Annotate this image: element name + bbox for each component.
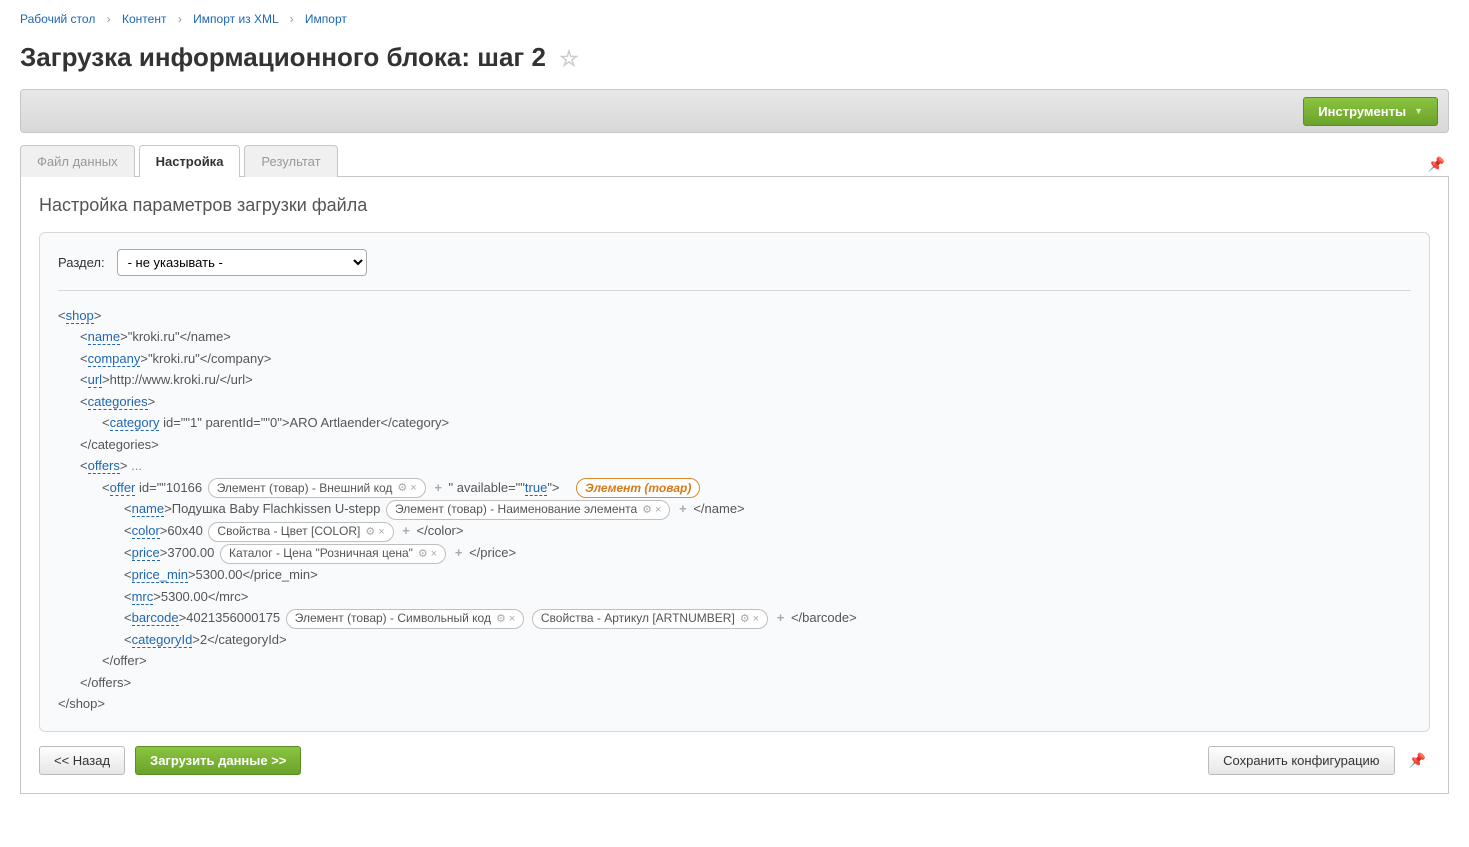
crumb-desktop[interactable]: Рабочий стол: [20, 12, 95, 26]
gear-icon[interactable]: ⚙: [418, 545, 428, 563]
close-icon[interactable]: ×: [410, 479, 416, 497]
tag-barcode[interactable]: barcode: [132, 610, 179, 626]
crumb-sep: ›: [290, 12, 294, 26]
pill-price[interactable]: Каталог - Цена "Розничная цена"⚙×: [220, 544, 446, 564]
ellipsis-icon[interactable]: ...: [131, 458, 142, 473]
pill-element-main[interactable]: Элемент (товар): [576, 478, 700, 498]
close-icon[interactable]: ×: [431, 545, 437, 563]
tag-name[interactable]: name: [88, 329, 121, 345]
tab-data-file[interactable]: Файл данных: [20, 145, 135, 177]
add-icon[interactable]: +: [402, 523, 410, 538]
gear-icon[interactable]: ⚙: [397, 479, 407, 497]
favorite-star-icon[interactable]: ☆: [559, 46, 579, 71]
page-title: Загрузка информационного блока: шаг 2 ☆: [0, 34, 1469, 89]
tag-mrc[interactable]: mrc: [132, 589, 154, 605]
tag-offer-name[interactable]: name: [132, 501, 165, 517]
close-icon[interactable]: ×: [655, 501, 661, 519]
pill-element-name[interactable]: Элемент (товар) - Наименование элемента⚙…: [386, 500, 671, 520]
save-config-button[interactable]: Сохранить конфигурацию: [1208, 746, 1394, 775]
pill-color-prop[interactable]: Свойства - Цвет [COLOR]⚙×: [208, 522, 393, 542]
add-icon[interactable]: +: [777, 610, 785, 625]
section-select[interactable]: - не указывать -: [117, 249, 367, 276]
chevron-down-icon: ▼: [1414, 106, 1423, 116]
close-icon[interactable]: ×: [509, 610, 515, 628]
tag-shop[interactable]: shop: [66, 308, 94, 324]
tag-price[interactable]: price: [132, 545, 160, 561]
close-icon[interactable]: ×: [753, 610, 759, 628]
tag-categoryid[interactable]: categoryId: [132, 632, 193, 648]
add-icon[interactable]: +: [434, 480, 442, 495]
pill-sym-code[interactable]: Элемент (товар) - Символьный код⚙×: [286, 609, 524, 629]
footer-row: << Назад Загрузить данные >> Сохранить к…: [39, 746, 1430, 775]
toolbar: Инструменты ▼: [20, 89, 1449, 133]
tag-category[interactable]: category: [110, 415, 160, 431]
gear-icon[interactable]: ⚙: [642, 501, 652, 519]
add-icon[interactable]: +: [679, 501, 687, 516]
crumb-sep: ›: [178, 12, 182, 26]
tag-offers[interactable]: offers: [88, 458, 120, 474]
add-icon[interactable]: +: [455, 545, 463, 560]
tag-color[interactable]: color: [132, 523, 160, 539]
tabs: Файл данных Настройка Результат 📌: [20, 145, 1449, 177]
back-button[interactable]: << Назад: [39, 746, 125, 775]
crumb-content[interactable]: Контент: [122, 12, 166, 26]
tools-button-label: Инструменты: [1318, 104, 1406, 119]
tag-company[interactable]: company: [88, 351, 141, 367]
gear-icon[interactable]: ⚙: [740, 610, 750, 628]
section-label: Раздел:: [58, 255, 105, 270]
panel-title: Настройка параметров загрузки файла: [39, 195, 1430, 216]
tab-settings[interactable]: Настройка: [139, 145, 241, 177]
settings-panel: Настройка параметров загрузки файла Разд…: [20, 176, 1449, 794]
crumb-sep: ›: [107, 12, 111, 26]
page-title-text: Загрузка информационного блока: шаг 2: [20, 42, 546, 72]
tab-result[interactable]: Результат: [244, 145, 337, 177]
xml-tree: <shop> <name>"kroki.ru"</name> <company>…: [58, 305, 1411, 715]
tools-button[interactable]: Инструменты ▼: [1303, 97, 1438, 126]
breadcrumb: Рабочий стол › Контент › Импорт из XML ›…: [0, 0, 1469, 34]
pin-icon[interactable]: 📌: [1405, 748, 1430, 773]
load-data-button[interactable]: Загрузить данные >>: [135, 746, 301, 775]
section-field: Раздел: - не указывать -: [58, 249, 1411, 291]
attr-available[interactable]: true: [525, 480, 547, 496]
crumb-import-xml[interactable]: Импорт из XML: [193, 12, 278, 26]
pill-artnumber[interactable]: Свойства - Артикул [ARTNUMBER]⚙×: [532, 609, 768, 629]
tag-categories[interactable]: categories: [88, 394, 148, 410]
tag-url[interactable]: url: [88, 372, 102, 388]
inner-box: Раздел: - не указывать - <shop> <name>"k…: [39, 232, 1430, 732]
close-icon[interactable]: ×: [378, 523, 384, 541]
pill-ext-code[interactable]: Элемент (товар) - Внешний код⚙×: [208, 478, 426, 498]
tag-price-min[interactable]: price_min: [132, 567, 188, 583]
tag-offer[interactable]: offer: [110, 480, 136, 496]
crumb-import[interactable]: Импорт: [305, 12, 347, 26]
gear-icon[interactable]: ⚙: [496, 610, 506, 628]
gear-icon[interactable]: ⚙: [365, 523, 375, 541]
pin-icon[interactable]: 📌: [1424, 152, 1449, 177]
